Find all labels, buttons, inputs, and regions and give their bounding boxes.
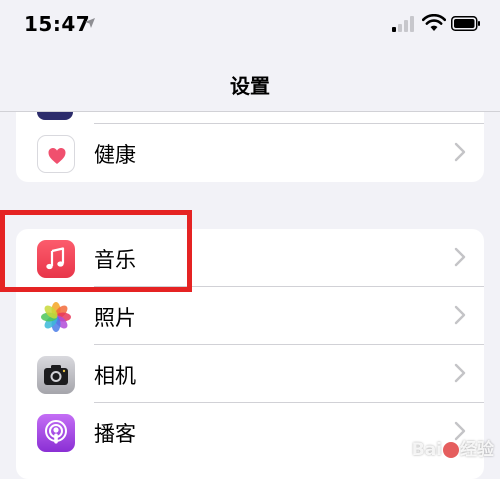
battery-icon — [451, 16, 480, 31]
camera-app-icon — [37, 356, 75, 394]
wifi-icon — [422, 14, 446, 31]
chevron-right-icon — [454, 142, 466, 162]
health-app-icon — [37, 135, 75, 173]
paw-icon — [443, 442, 459, 458]
watermark-text: Bai — [411, 440, 442, 460]
watermark-text: 经验 — [460, 440, 494, 460]
podcasts-app-icon — [37, 414, 75, 452]
highlight-annotation — [0, 210, 192, 292]
settings-row-health[interactable]: 健康 — [16, 124, 484, 182]
photos-flower-icon — [41, 302, 71, 332]
settings-row-photos[interactable]: 照片 — [16, 287, 484, 345]
camera-icon — [44, 365, 68, 385]
settings-row-label: 播客 — [94, 422, 136, 446]
heart-icon — [48, 148, 66, 164]
location-arrow-icon — [85, 18, 95, 28]
settings-group-1: 健康 — [16, 112, 484, 182]
podcasts-icon — [45, 420, 67, 444]
settings-row-camera[interactable]: 相机 — [16, 345, 484, 403]
cellular-signal-icon — [392, 16, 414, 32]
watermark: Bai 经验 — [412, 435, 494, 460]
settings-row-label: 健康 — [94, 143, 136, 167]
navigation-bar: 设置 — [0, 52, 500, 112]
chevron-right-icon — [454, 247, 466, 267]
clipped-app-icon — [37, 112, 73, 120]
photos-app-icon — [37, 298, 75, 336]
status-time: 15:47 — [24, 12, 91, 36]
chevron-right-icon — [454, 305, 466, 325]
chevron-right-icon — [454, 363, 466, 383]
page-title: 设置 — [230, 74, 270, 98]
settings-row-label: 相机 — [94, 364, 136, 388]
settings-row-label: 照片 — [94, 306, 136, 330]
status-bar: 15:47 — [0, 0, 500, 52]
